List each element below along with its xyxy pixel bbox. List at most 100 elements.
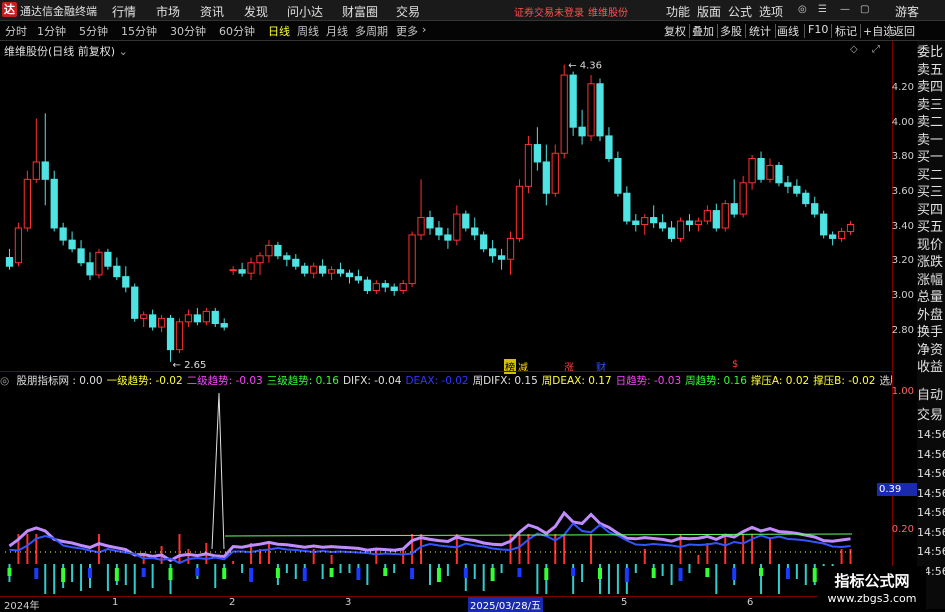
crosshair-date: 2025/03/28/五 bbox=[468, 597, 544, 612]
maximize-icon[interactable]: ▢ bbox=[860, 4, 869, 15]
svg-text:指标公式网: 指标公式网 bbox=[834, 572, 909, 590]
candle-body bbox=[372, 283, 380, 292]
period-tab-daily[interactable]: 日线 bbox=[268, 23, 290, 39]
candle bbox=[59, 222, 67, 246]
diamond-icon[interactable]: ◇ bbox=[850, 44, 858, 55]
separator bbox=[889, 24, 890, 38]
candle-body bbox=[113, 265, 121, 278]
candle bbox=[274, 241, 282, 260]
stock-link[interactable]: 维维股份 bbox=[588, 4, 628, 19]
quote-panel-item[interactable]: 自动 bbox=[917, 386, 945, 406]
candle-body bbox=[211, 310, 219, 325]
stats-button[interactable]: 统计 bbox=[749, 23, 771, 39]
chat-icon[interactable]: ◎ bbox=[798, 4, 807, 15]
period-tab-15min[interactable]: 15分钟 bbox=[121, 23, 157, 39]
histogram-bar bbox=[670, 564, 673, 585]
candle-body bbox=[59, 227, 67, 241]
candle bbox=[265, 240, 273, 263]
candle-body bbox=[345, 272, 354, 278]
settings-icon[interactable]: ◎ bbox=[0, 375, 9, 387]
candle-body bbox=[149, 314, 157, 328]
menu-function[interactable]: 功能 bbox=[666, 3, 690, 20]
candle bbox=[327, 266, 336, 281]
histogram-bar bbox=[187, 549, 190, 564]
quote-panel-item[interactable]: 收益 bbox=[917, 358, 945, 378]
histogram-bar bbox=[482, 564, 485, 591]
quote-panel-item[interactable]: 14:56 bbox=[917, 542, 945, 562]
menu-layout[interactable]: 版面 bbox=[697, 3, 721, 20]
menu-wealth[interactable]: 财富圈 bbox=[342, 3, 378, 20]
menu-ask[interactable]: 问小达 bbox=[287, 3, 323, 20]
menu-trade[interactable]: 交易 bbox=[396, 3, 420, 20]
menu-icon[interactable]: ☰ bbox=[818, 4, 827, 15]
expand-icon[interactable]: ⤢ bbox=[872, 44, 880, 55]
date-tick: 2 bbox=[229, 597, 236, 608]
quote-panel-item[interactable]: 14:56 bbox=[917, 503, 945, 523]
period-tab-multi[interactable]: 多周期 bbox=[355, 23, 388, 39]
candlestick-chart[interactable]: ← 4.36 ← 2.65 bbox=[0, 41, 892, 371]
indicator-value-0: 股朋指标网 : 0.00 bbox=[16, 375, 103, 387]
login-notice[interactable]: 证券交易未登录 bbox=[514, 4, 584, 19]
histogram-bar bbox=[634, 564, 637, 573]
f10-button[interactable]: F10 bbox=[808, 23, 828, 36]
menu-options[interactable]: 选项 bbox=[759, 3, 783, 20]
candle bbox=[757, 151, 765, 183]
candle bbox=[820, 210, 828, 239]
quote-panel-item[interactable]: 14:56 bbox=[917, 445, 945, 465]
multi-stock-button[interactable]: 多股 bbox=[720, 23, 742, 39]
histogram-bar bbox=[151, 564, 154, 588]
histogram-bar bbox=[804, 564, 807, 585]
price-tick: 3.60 bbox=[891, 186, 914, 197]
separator bbox=[775, 24, 776, 38]
indicator-chart[interactable] bbox=[0, 389, 892, 596]
candle-body bbox=[175, 321, 184, 351]
candle bbox=[310, 262, 318, 279]
low-label: ← 2.65 bbox=[173, 360, 207, 371]
app-title: 通达信金融终端 bbox=[20, 5, 97, 18]
menu-news[interactable]: 资讯 bbox=[200, 3, 224, 20]
separator bbox=[717, 24, 718, 38]
histogram-bar bbox=[375, 549, 378, 564]
candle bbox=[748, 155, 756, 190]
quote-panel-item[interactable]: 14:56 bbox=[917, 523, 945, 543]
histogram-bar bbox=[393, 564, 396, 573]
candle-body bbox=[739, 182, 747, 215]
period-tab-30min[interactable]: 30分钟 bbox=[170, 23, 206, 39]
period-tab-intraday[interactable]: 分时 bbox=[5, 23, 27, 39]
minimize-icon[interactable]: — bbox=[840, 4, 850, 15]
period-tab-60min[interactable]: 60分钟 bbox=[219, 23, 255, 39]
guest-label[interactable]: 游客 bbox=[895, 3, 919, 20]
histogram-bar bbox=[44, 564, 47, 594]
date-axis: 2024年 1 2 3 2025/03/28/五 5 6 bbox=[0, 597, 892, 612]
candle bbox=[336, 262, 345, 277]
chevron-right-icon[interactable]: › bbox=[422, 23, 426, 36]
candle-body bbox=[5, 257, 14, 267]
overlay-button[interactable]: 叠加 bbox=[692, 23, 714, 39]
app-logo: 达 bbox=[2, 2, 17, 17]
histogram-bar bbox=[795, 564, 798, 579]
period-tab-5min[interactable]: 5分钟 bbox=[79, 23, 108, 39]
indicator-value-11: 撑压B: -0.02 bbox=[813, 375, 876, 387]
adjust-button[interactable]: 复权 bbox=[664, 23, 686, 39]
candle bbox=[14, 222, 23, 267]
histogram-bar bbox=[706, 543, 709, 564]
menu-discover[interactable]: 发现 bbox=[244, 3, 268, 20]
mark-button[interactable]: 标记 bbox=[835, 23, 857, 39]
period-tab-weekly[interactable]: 周线 bbox=[297, 23, 319, 39]
quote-panel-item[interactable]: 14:56 bbox=[917, 464, 945, 484]
menu-quotes[interactable]: 行情 bbox=[112, 3, 136, 20]
back-button[interactable]: 返回 bbox=[893, 23, 915, 39]
event-mark-dividend[interactable]: $ bbox=[732, 359, 738, 370]
signal-bar bbox=[624, 568, 629, 582]
quote-panel-item[interactable]: 14:56 bbox=[917, 425, 945, 445]
menu-market[interactable]: 市场 bbox=[156, 3, 180, 20]
period-tab-more[interactable]: 更多 bbox=[396, 23, 418, 39]
period-tab-monthly[interactable]: 月线 bbox=[326, 23, 348, 39]
menu-formula[interactable]: 公式 bbox=[728, 3, 752, 20]
quote-panel-item[interactable]: 交易 bbox=[917, 406, 945, 426]
chevron-down-icon[interactable]: ⌄ bbox=[119, 45, 128, 58]
period-tab-1min[interactable]: 1分钟 bbox=[37, 23, 66, 39]
candle-body bbox=[220, 323, 228, 328]
draw-line-button[interactable]: 画线 bbox=[777, 23, 799, 39]
quote-panel-item[interactable]: 14:56 bbox=[917, 484, 945, 504]
